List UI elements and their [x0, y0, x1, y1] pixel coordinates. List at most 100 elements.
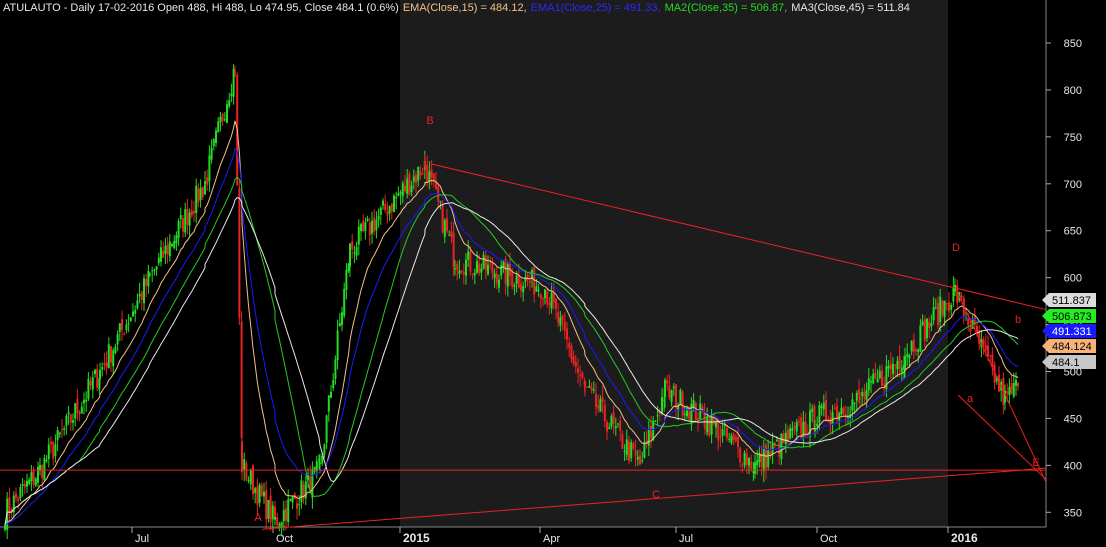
candle-body	[836, 405, 838, 419]
candle-body	[230, 93, 233, 96]
candle-body	[315, 460, 318, 472]
candle-body	[390, 203, 393, 212]
candle-body	[898, 356, 901, 369]
ema25-legend: EMA1(Close,25) = 491.33,	[530, 2, 661, 14]
candle-body	[384, 203, 387, 211]
candle-body	[473, 272, 476, 276]
candle-body	[269, 495, 272, 523]
candle-body	[495, 273, 498, 284]
candle-body	[910, 341, 913, 352]
candle-body	[692, 399, 695, 407]
candle-body	[52, 442, 55, 459]
candle-body	[430, 169, 433, 178]
candle-body	[313, 466, 316, 472]
candle-body	[636, 456, 639, 460]
candle-body	[17, 498, 20, 501]
candle-body	[386, 211, 389, 216]
candle-body	[357, 226, 360, 245]
candle-body	[446, 218, 448, 232]
candle-body	[138, 294, 141, 297]
candle-body	[855, 392, 858, 401]
pattern-label-B: B	[426, 115, 433, 127]
candle-body	[164, 245, 167, 254]
candle-body	[43, 458, 46, 481]
candle-body	[465, 259, 467, 276]
candle-body	[193, 211, 195, 214]
candle-body	[74, 403, 77, 419]
candle-body	[614, 426, 617, 429]
candle-body	[50, 441, 52, 444]
candle-body	[19, 487, 22, 499]
candle-body	[632, 443, 635, 449]
candle-body	[550, 292, 553, 309]
candle-body	[491, 262, 494, 274]
candle-body	[728, 438, 731, 440]
candle-body	[723, 425, 726, 427]
symbol-info: ATULAUTO - Daily 17-02-2016 Open 488, Hi…	[3, 2, 399, 14]
candle-body	[240, 321, 243, 438]
candle-body	[533, 266, 536, 295]
candle-body	[454, 268, 456, 270]
pattern-label-A: A	[254, 512, 262, 524]
candle-body	[643, 442, 646, 458]
candle-body	[561, 315, 564, 321]
candle-body	[80, 406, 83, 414]
candle-body	[581, 372, 584, 378]
candle-body	[539, 294, 542, 299]
candle-body	[544, 289, 546, 299]
candle-body	[568, 342, 571, 348]
candle-body	[546, 291, 549, 304]
candle-body	[263, 491, 265, 497]
candle-body	[238, 188, 241, 318]
candle-body	[388, 206, 391, 214]
candle-body	[334, 359, 337, 379]
candle-body	[969, 327, 972, 332]
candle-body	[476, 261, 478, 273]
candle-body	[99, 369, 101, 380]
candle-body	[458, 270, 461, 274]
price-chart[interactable]: JulOct2015AprJulOct201635040045050055060…	[0, 0, 1106, 547]
candle-body	[1010, 382, 1013, 394]
candle-body	[874, 372, 877, 379]
y-tick-label: 850	[1064, 38, 1082, 50]
pattern-label-D: D	[952, 242, 960, 254]
candle-body	[323, 444, 326, 455]
candle-body	[456, 263, 459, 271]
candle-body	[34, 478, 37, 486]
candle-body	[945, 303, 948, 305]
candle-body	[1006, 391, 1009, 394]
candle-body	[715, 422, 717, 428]
candle-body	[804, 421, 807, 435]
y-tick-label: 400	[1064, 460, 1082, 472]
candle-body	[366, 218, 369, 221]
candle-body	[206, 177, 209, 185]
candle-body	[56, 430, 59, 441]
candle-body	[726, 428, 728, 438]
candle-body	[441, 205, 444, 233]
candle-body	[278, 523, 281, 526]
candle-body	[842, 407, 845, 414]
y-tick-label: 450	[1064, 413, 1082, 425]
candle-body	[469, 251, 472, 272]
candle-body	[681, 392, 684, 416]
candle-body	[330, 391, 332, 398]
candle-body	[743, 452, 746, 466]
candle-body	[89, 381, 92, 386]
candle-body	[260, 485, 263, 496]
candle-body	[741, 465, 744, 467]
candle-body	[984, 344, 987, 350]
candle-body	[484, 255, 487, 271]
candle-body	[319, 463, 321, 465]
candle-body	[719, 436, 722, 438]
candle-body	[83, 399, 85, 404]
candle-body	[853, 402, 856, 404]
y-tick-label: 600	[1064, 273, 1082, 285]
candle-body	[710, 416, 713, 435]
candle-body	[634, 450, 637, 456]
y-tick-label: 650	[1064, 226, 1082, 238]
candle-body	[116, 334, 119, 345]
candle-body	[800, 417, 803, 438]
candle-body	[552, 292, 555, 303]
value-tag: 506.873	[1042, 309, 1096, 323]
candle-body	[791, 428, 794, 431]
